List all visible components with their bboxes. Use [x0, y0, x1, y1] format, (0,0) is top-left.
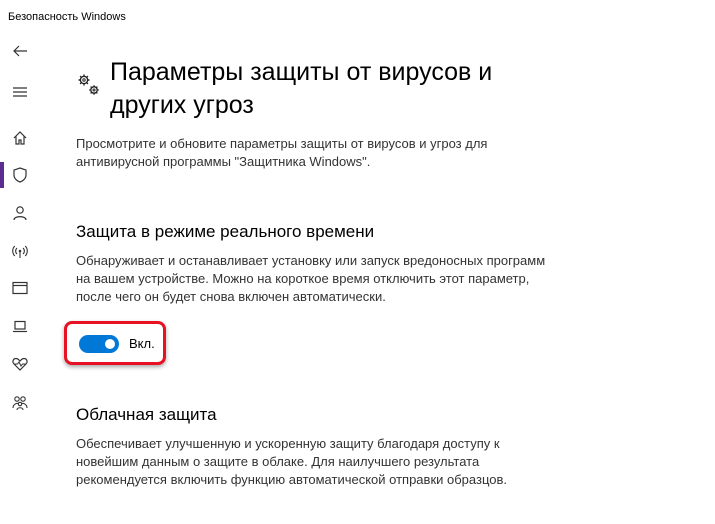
sidebar-item-home[interactable]	[0, 123, 40, 153]
realtime-protection-title: Защита в режиме реального времени	[76, 222, 375, 241]
sidebar-item-device-security[interactable]	[0, 311, 40, 341]
sidebar-item-device-health[interactable]	[0, 349, 40, 379]
page-description: Просмотрите и обновите параметры защиты …	[76, 136, 488, 169]
sidebar-item-firewall[interactable]	[0, 236, 40, 266]
shield-icon	[13, 167, 27, 183]
back-arrow-icon	[13, 45, 27, 57]
sidebar-item-account[interactable]	[0, 198, 40, 228]
sidebar-item-family[interactable]	[0, 388, 40, 418]
realtime-protection-toggle[interactable]	[79, 335, 119, 353]
wireless-icon	[12, 245, 28, 258]
menu-button[interactable]	[0, 77, 40, 107]
cloud-protection-title: Облачная защита	[76, 405, 217, 424]
hamburger-icon	[13, 87, 27, 97]
toggle-state-label: Вкл.	[129, 336, 155, 351]
browser-window-icon	[12, 281, 28, 295]
back-button[interactable]	[0, 36, 40, 66]
home-icon	[13, 131, 27, 145]
highlight-frame: Вкл.	[64, 321, 166, 365]
gears-icon	[78, 74, 99, 95]
family-icon	[12, 396, 28, 411]
laptop-icon	[13, 320, 27, 333]
realtime-protection-description: Обнаруживает и останавливает установку и…	[76, 253, 546, 304]
toggle-knob	[105, 339, 115, 349]
main-content: Параметры защиты от вирусов и других угр…	[76, 0, 696, 524]
sidebar	[0, 34, 40, 524]
sidebar-item-app-browser[interactable]	[0, 273, 40, 303]
sidebar-item-virus-protection[interactable]	[0, 160, 40, 190]
heart-pulse-icon	[12, 357, 28, 371]
cloud-protection-description: Обеспечивает улучшенную и ускоренную защ…	[76, 436, 508, 487]
person-icon	[13, 206, 27, 221]
page-title: Параметры защиты от вирусов и других угр…	[110, 58, 493, 119]
